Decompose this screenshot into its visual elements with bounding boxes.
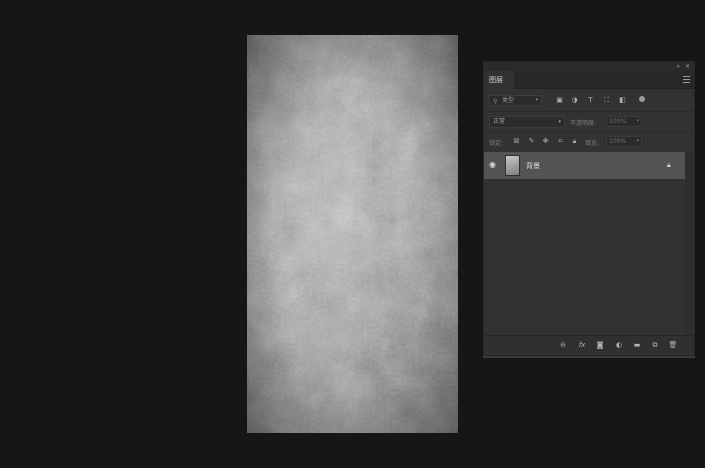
lock-all-icon[interactable]: 🔒︎ — [570, 137, 579, 146]
opacity-value: 100% — [609, 118, 627, 125]
fx-icon[interactable]: fx — [577, 340, 587, 350]
lock-icon[interactable]: 🔒︎ — [667, 161, 676, 170]
panel-title-bar[interactable]: « ✕ — [484, 62, 694, 71]
new-layer-icon[interactable]: ⧉ — [650, 340, 660, 350]
chevron-down-icon: ▾ — [636, 138, 639, 144]
lock-label: 锁定: — [489, 140, 504, 147]
layers-scrollbar[interactable] — [685, 152, 693, 338]
panel-divider — [483, 356, 695, 358]
blend-row: 正常 ▾ 不透明度: 100% ▾ — [484, 112, 694, 132]
new-group-icon[interactable]: ▬ — [632, 340, 642, 350]
filter-type-select[interactable]: ⚲ 类型 ▾ — [489, 95, 542, 106]
eye-icon[interactable]: ◉ — [489, 161, 499, 169]
shape-filter-icon[interactable]: ⛶ — [602, 96, 611, 105]
smart-object-filter-icon[interactable]: ◧ — [618, 96, 627, 105]
image-filter-icon[interactable]: ▣ — [555, 96, 564, 105]
blend-mode-value: 正常 — [493, 118, 506, 125]
fill-value: 100% — [609, 138, 627, 145]
chevron-down-icon: ▾ — [535, 97, 538, 103]
fill-input[interactable]: 100% ▾ — [606, 136, 642, 147]
layer-name: 背景 — [526, 162, 540, 170]
layers-panel: « ✕ 图层 ⚲ 类型 ▾ ▣ ◑ T ⛶ ◧ 正常 ▾ 不透明度: 100% … — [483, 61, 695, 356]
lock-artboard-icon[interactable]: ⌗ — [556, 137, 565, 146]
search-icon: ⚲ — [493, 98, 498, 105]
layers-bottom-toolbar: ⊖ fx ◙ ◐ ▬ ⧉ 🗑︎ — [484, 335, 694, 353]
link-layers-icon[interactable]: ⊖ — [558, 340, 568, 350]
panel-menu-icon[interactable] — [683, 76, 690, 83]
add-mask-icon[interactable]: ◙ — [595, 340, 605, 350]
layer-thumbnail — [505, 155, 520, 176]
chevron-down-icon: ▾ — [558, 119, 561, 125]
document-canvas[interactable] — [247, 35, 458, 433]
close-icon[interactable]: ✕ — [685, 62, 690, 71]
lock-row: 锁定: ⊠ ✎ ✥ ⌗ 🔒︎ 填充: 100% ▾ — [484, 133, 694, 151]
opacity-input[interactable]: 100% ▾ — [606, 116, 642, 127]
filter-type-label: 类型 — [502, 97, 515, 104]
layer-row-background[interactable]: ◉ 背景 🔒︎ — [484, 152, 685, 179]
concrete-texture — [247, 35, 458, 433]
chevron-down-icon: ▾ — [636, 118, 639, 124]
lock-image-pixels-icon[interactable]: ✎ — [527, 137, 536, 146]
opacity-label: 不透明度: — [570, 120, 597, 127]
fill-label: 填充: — [585, 140, 600, 147]
lock-position-icon[interactable]: ✥ — [541, 137, 550, 146]
delete-layer-icon[interactable]: 🗑︎ — [668, 340, 678, 350]
blend-mode-select[interactable]: 正常 ▾ — [489, 116, 565, 128]
adjustment-filter-icon[interactable]: ◑ — [570, 96, 579, 105]
filter-row: ⚲ 类型 ▾ ▣ ◑ T ⛶ ◧ — [484, 89, 694, 111]
collapse-icon[interactable]: « — [676, 62, 680, 71]
type-filter-icon[interactable]: T — [586, 96, 595, 105]
filter-toggle-icon[interactable] — [639, 96, 645, 102]
tab-layers[interactable]: 图层 — [484, 71, 514, 89]
lock-transparent-pixels-icon[interactable]: ⊠ — [512, 137, 521, 146]
panel-tab-bar: 图层 — [484, 71, 694, 89]
adjustment-layer-icon[interactable]: ◐ — [614, 340, 624, 350]
